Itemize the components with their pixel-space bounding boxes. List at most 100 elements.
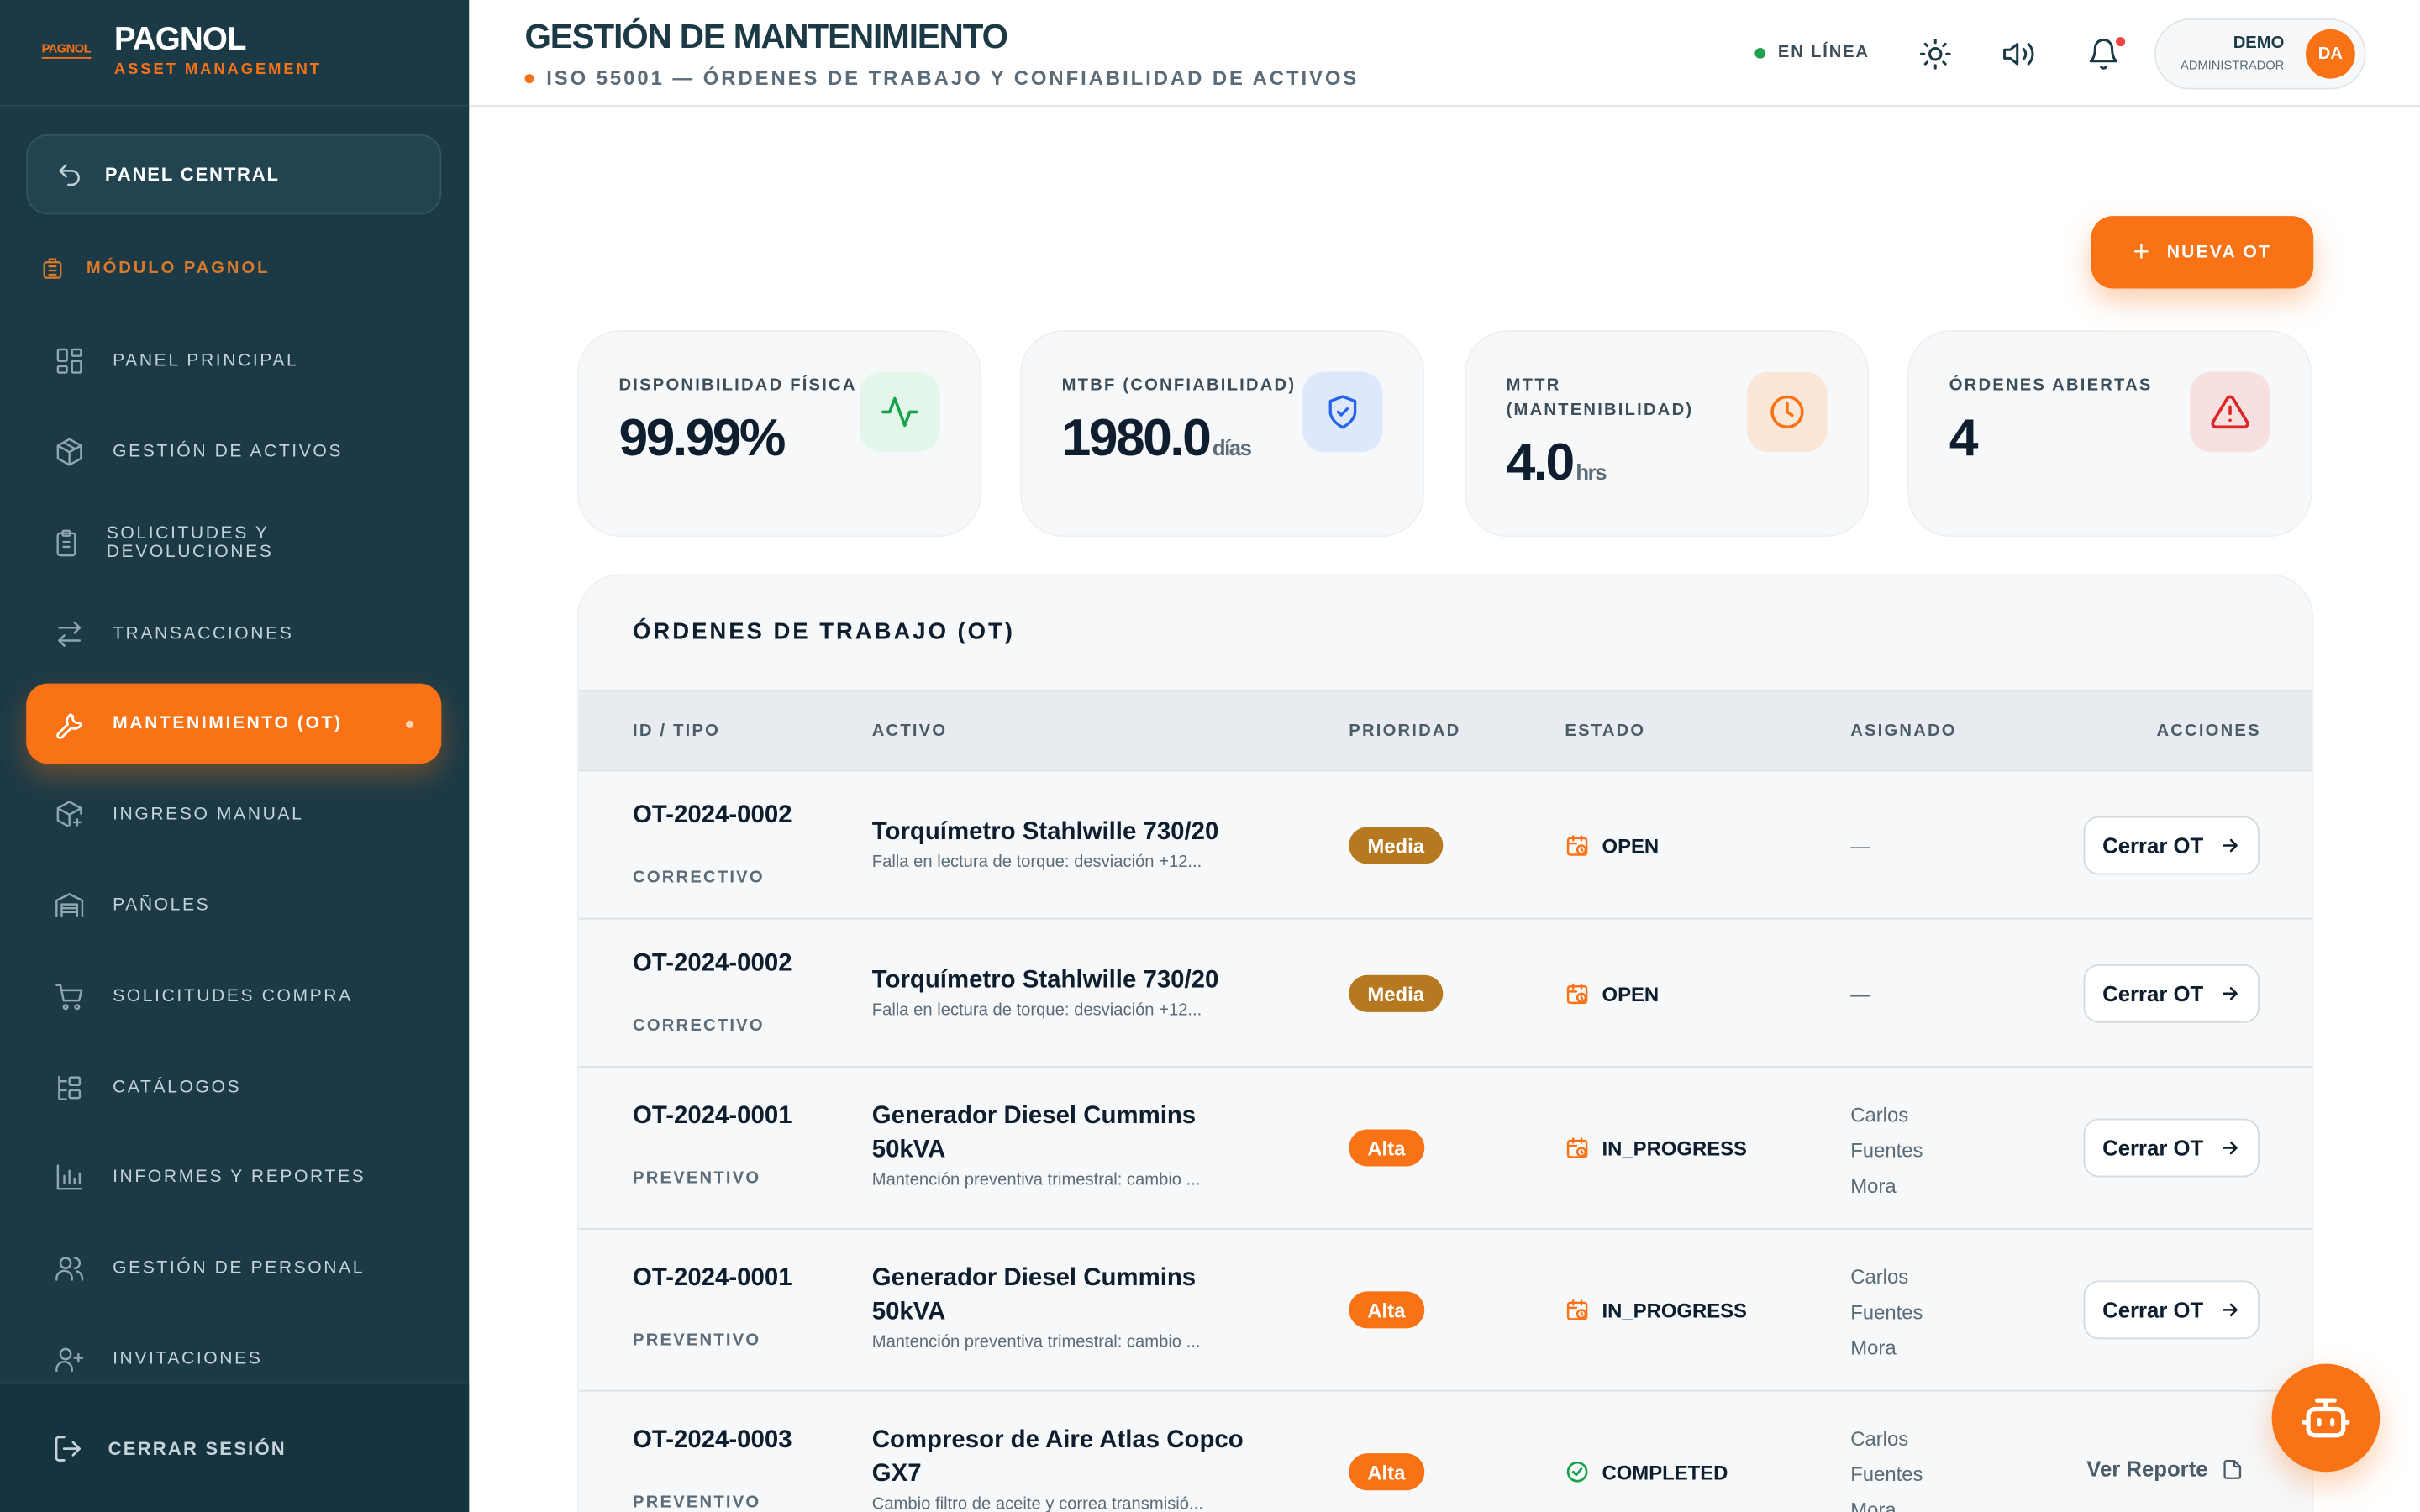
- asset-name: Generador Diesel Cummins 50kVA: [871, 1265, 1197, 1326]
- ot-type: CORRECTIVO: [633, 869, 765, 888]
- user-name: DEMO: [2233, 34, 2285, 53]
- catalog-icon: [58, 1076, 82, 1100]
- sound-toggle-button[interactable]: [1999, 34, 2039, 74]
- nav-mantenimiento[interactable]: MANTENIMIENTO (OT): [26, 683, 442, 764]
- plus-icon: +: [2133, 236, 2152, 267]
- nav-label: MANTENIMIENTO (OT): [113, 714, 343, 733]
- nav-label: INGRESO MANUAL: [113, 805, 304, 824]
- building-icon: [43, 258, 62, 279]
- calendar-clock-icon: [1566, 835, 1588, 856]
- box-icon: [56, 438, 82, 466]
- user-menu[interactable]: DEMO ADMINISTRADOR DA: [2154, 18, 2366, 90]
- asset-description: Mantención preventiva trimestral: cambio…: [871, 1171, 1201, 1190]
- close-ot-label: Cerrar OT: [2102, 832, 2204, 858]
- work-orders-panel: ÓRDENES DE TRABAJO (OT) ID / TIPO ACTIVO…: [576, 574, 2314, 1512]
- clipboard-icon: [56, 529, 76, 557]
- nav-gestion-activos[interactable]: GESTIÓN DE ACTIVOS: [26, 412, 441, 492]
- kpi-mtbf: MTBF (CONFIABILIDAD) 1980.0 días: [1020, 330, 1425, 538]
- kpi-value: 4.0 hrs: [1506, 433, 1607, 494]
- column-header: ACCIONES: [2156, 722, 2261, 741]
- bot-icon: [2302, 1398, 2350, 1438]
- user-role: ADMINISTRADOR: [2181, 58, 2285, 73]
- connection-status: EN LÍNEA: [1754, 43, 1870, 61]
- table-row[interactable]: OT-2024-0002 CORRECTIVO Torquímetro Stah…: [578, 771, 2312, 920]
- nav-gestion-personal[interactable]: GESTIÓN DE PERSONAL: [26, 1228, 441, 1309]
- central-panel-button[interactable]: PANEL CENTRAL: [26, 134, 442, 215]
- nav-informes[interactable]: INFORMES Y REPORTES: [26, 1137, 441, 1218]
- kpi-value-number: 99.99%: [618, 408, 786, 468]
- kpi-value-number: 4.0: [1506, 433, 1576, 492]
- arrow-right-icon: [2222, 838, 2238, 853]
- table-row[interactable]: OT-2024-0001 PREVENTIVO Generador Diesel…: [578, 1068, 2312, 1230]
- status-text: IN_PROGRESS: [1602, 1136, 1748, 1160]
- logout-icon: [55, 1435, 81, 1461]
- table-header: ID / TIPO ACTIVO PRIORIDAD ESTADO ASIGNA…: [578, 690, 2312, 772]
- calendar-clock-icon: [1566, 983, 1588, 1005]
- theme-toggle-button[interactable]: [1915, 34, 1955, 74]
- asset-name: Torquímetro Stahlwille 730/20: [871, 819, 1219, 846]
- user-plus-icon: [55, 1347, 84, 1373]
- active-indicator-dot: [406, 720, 414, 728]
- nav-transacciones[interactable]: TRANSACCIONES: [26, 594, 441, 675]
- kpi-mttr: MTTR (MANTENIBILIDAD) 4.0 hrs: [1465, 330, 1870, 538]
- users-icon: [55, 1257, 84, 1281]
- kpi-icon-box: [1747, 371, 1828, 453]
- column-header: ACTIVO: [871, 722, 948, 741]
- ot-type: PREVENTIVO: [633, 1493, 761, 1512]
- page-title: GESTIÓN DE MANTENIMIENTO: [524, 17, 1008, 56]
- nav-label: INFORMES Y REPORTES: [113, 1168, 366, 1187]
- nav-solicitudes-devoluciones[interactable]: SOLICITUDES Y DEVOLUCIONES: [26, 503, 441, 584]
- asset-name: Compresor de Aire Atlas Copco GX7: [871, 1426, 1244, 1488]
- assistant-bot-button[interactable]: [2271, 1363, 2381, 1473]
- status-cell: IN_PROGRESS: [1565, 1136, 1747, 1160]
- nav-panel-principal[interactable]: PANEL PRINCIPAL: [26, 321, 441, 402]
- close-ot-label: Cerrar OT: [2102, 1297, 2204, 1323]
- top-header: GESTIÓN DE MANTENIMIENTO ISO 55001 — ÓRD…: [469, 0, 2420, 107]
- close-ot-button[interactable]: Cerrar OT: [2083, 816, 2260, 875]
- wrench-icon: [56, 713, 82, 739]
- ot-id: OT-2024-0001: [633, 1103, 792, 1130]
- nav-ingreso-manual[interactable]: INGRESO MANUAL: [26, 774, 441, 855]
- sun-icon: [1919, 38, 1951, 70]
- status-text: COMPLETED: [1602, 1460, 1728, 1483]
- close-ot-button[interactable]: Cerrar OT: [2083, 963, 2260, 1023]
- kpi-label: DISPONIBILIDAD FÍSICA: [618, 376, 857, 396]
- status-text: IN_PROGRESS: [1602, 1298, 1748, 1322]
- asset-description: Mantención preventiva trimestral: cambio…: [871, 1332, 1201, 1352]
- asset-description: Cambio filtro de aceite y correa transmi…: [871, 1494, 1203, 1512]
- nav-panoles[interactable]: PAÑOLES: [26, 865, 441, 946]
- work-orders-title: ÓRDENES DE TRABAJO (OT): [633, 618, 1015, 645]
- kpi-value-number: 4: [1949, 408, 1979, 468]
- status-cell: COMPLETED: [1565, 1460, 1728, 1484]
- logout-button[interactable]: CERRAR SESIÓN: [0, 1382, 470, 1512]
- brand-name: PAGNOL: [113, 21, 247, 57]
- bar-chart-icon: [56, 1164, 82, 1190]
- assignee: —: [1850, 982, 1871, 1006]
- close-ot-button[interactable]: Cerrar OT: [2083, 1118, 2260, 1178]
- status-cell: OPEN: [1565, 981, 1659, 1005]
- nav-label: SOLICITUDES Y DEVOLUCIONES: [106, 524, 274, 562]
- kpi-ordenes-abiertas: ÓRDENES ABIERTAS 4: [1907, 330, 2312, 538]
- table-row[interactable]: OT-2024-0001 PREVENTIVO Generador Diesel…: [578, 1230, 2312, 1392]
- table-row[interactable]: OT-2024-0003 PREVENTIVO Compresor de Air…: [579, 1392, 2312, 1512]
- notification-badge: [2116, 37, 2126, 47]
- assignee: Carlos Fuentes Mora: [1850, 1426, 1923, 1512]
- column-header: ESTADO: [1565, 722, 1646, 741]
- new-ot-button[interactable]: + NUEVA OT: [2091, 216, 2314, 289]
- connection-status-text: EN LÍNEA: [1777, 43, 1870, 62]
- nav-catalogos[interactable]: CATÁLOGOS: [26, 1047, 441, 1128]
- nav-solicitudes-compra[interactable]: SOLICITUDES COMPRA: [26, 957, 441, 1037]
- sidebar: PAGNOL PAGNOL ASSET MANAGEMENT PANEL CEN…: [0, 0, 470, 1512]
- nav-label: GESTIÓN DE ACTIVOS: [113, 443, 344, 462]
- cart-icon: [55, 984, 83, 1011]
- ot-id: OT-2024-0002: [633, 950, 792, 977]
- module-label: MÓDULO PAGNOL: [86, 259, 271, 278]
- grid-icon: [56, 348, 82, 374]
- calendar-clock-icon: [1566, 1137, 1588, 1158]
- close-ot-button[interactable]: Cerrar OT: [2083, 1280, 2260, 1340]
- logout-label: CERRAR SESIÓN: [108, 1436, 287, 1459]
- view-report-link[interactable]: Ver Reporte: [2086, 1457, 2244, 1481]
- kpi-label: MTTR (MANTENIBILIDAD): [1506, 376, 1694, 420]
- table-row[interactable]: OT-2024-0002 CORRECTIVO Torquímetro Stah…: [578, 920, 2312, 1068]
- status-text: OPEN: [1602, 833, 1660, 858]
